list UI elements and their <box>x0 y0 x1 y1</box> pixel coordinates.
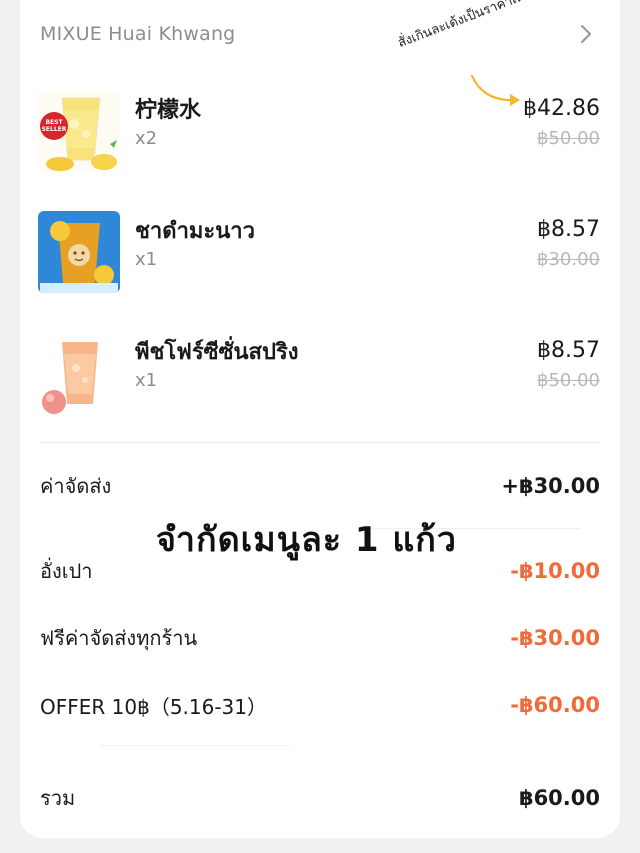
item-price: ฿8.57 <box>537 338 600 363</box>
item-quantity: x1 <box>135 370 158 391</box>
fee-row-delivery: ค่าจัดส่ง +฿30.00 <box>40 469 600 503</box>
limit-annotation: จำกัดเมนูละ 1 แก้ว <box>156 520 457 560</box>
item-original-price: ฿50.00 <box>537 128 600 149</box>
fee-label: OFFER 10฿（5.16-31） <box>40 694 268 719</box>
fee-label: ค่าจัดส่ง <box>40 474 112 498</box>
item-name: 柠檬水 <box>135 98 202 123</box>
item-name: พีชโฟร์ซีซั่นสปริง <box>135 340 299 365</box>
item-quantity: x2 <box>135 128 158 149</box>
fee-value: -฿10.00 <box>510 559 600 583</box>
item-quantity: x1 <box>135 249 158 270</box>
fee-value: +฿30.00 <box>501 474 600 498</box>
fee-row-offer: OFFER 10฿（5.16-31） -฿60.00 <box>40 688 600 722</box>
chevron-right-icon[interactable] <box>572 20 600 48</box>
item-original-price: ฿50.00 <box>537 370 600 391</box>
fee-row-free-delivery: ฟรีค่าจัดส่งทุกร้าน -฿30.00 <box>40 621 600 655</box>
arrow-icon <box>470 74 520 106</box>
fee-label: อั่งเปา <box>40 559 93 583</box>
lemon-black-tea-image <box>38 211 120 293</box>
item-price: ฿42.86 <box>523 96 600 121</box>
total-value: ฿60.00 <box>518 786 600 810</box>
fee-value: -฿60.00 <box>510 693 600 717</box>
total-label: รวม <box>40 786 76 810</box>
fee-label: ฟรีค่าจัดส่งทุกร้าน <box>40 626 198 650</box>
store-header[interactable]: MIXUE Huai Khwang <box>40 18 600 50</box>
item-price: ฿8.57 <box>537 217 600 242</box>
peach-tea-image <box>38 332 120 414</box>
order-item: พีชโฟร์ซีซั่นสปริง x1 ฿8.57 ฿50.00 <box>38 332 600 424</box>
order-summary-card: MIXUE Huai Khwang BEST SELLER 柠檬水 x2 ฿42… <box>20 0 620 838</box>
item-name: ชาดำมะนาว <box>135 219 255 244</box>
lemonade-image: BEST SELLER <box>38 90 120 172</box>
faint-divider <box>100 745 290 746</box>
section-divider <box>40 442 600 443</box>
order-item: ชาดำมะนาว x1 ฿8.57 ฿30.00 <box>38 211 600 303</box>
total-row: รวม ฿60.00 <box>40 781 600 815</box>
best-seller-badge: BEST SELLER <box>40 112 68 140</box>
item-original-price: ฿30.00 <box>537 249 600 270</box>
store-name: MIXUE Huai Khwang <box>40 23 236 45</box>
fee-value: -฿30.00 <box>510 626 600 650</box>
